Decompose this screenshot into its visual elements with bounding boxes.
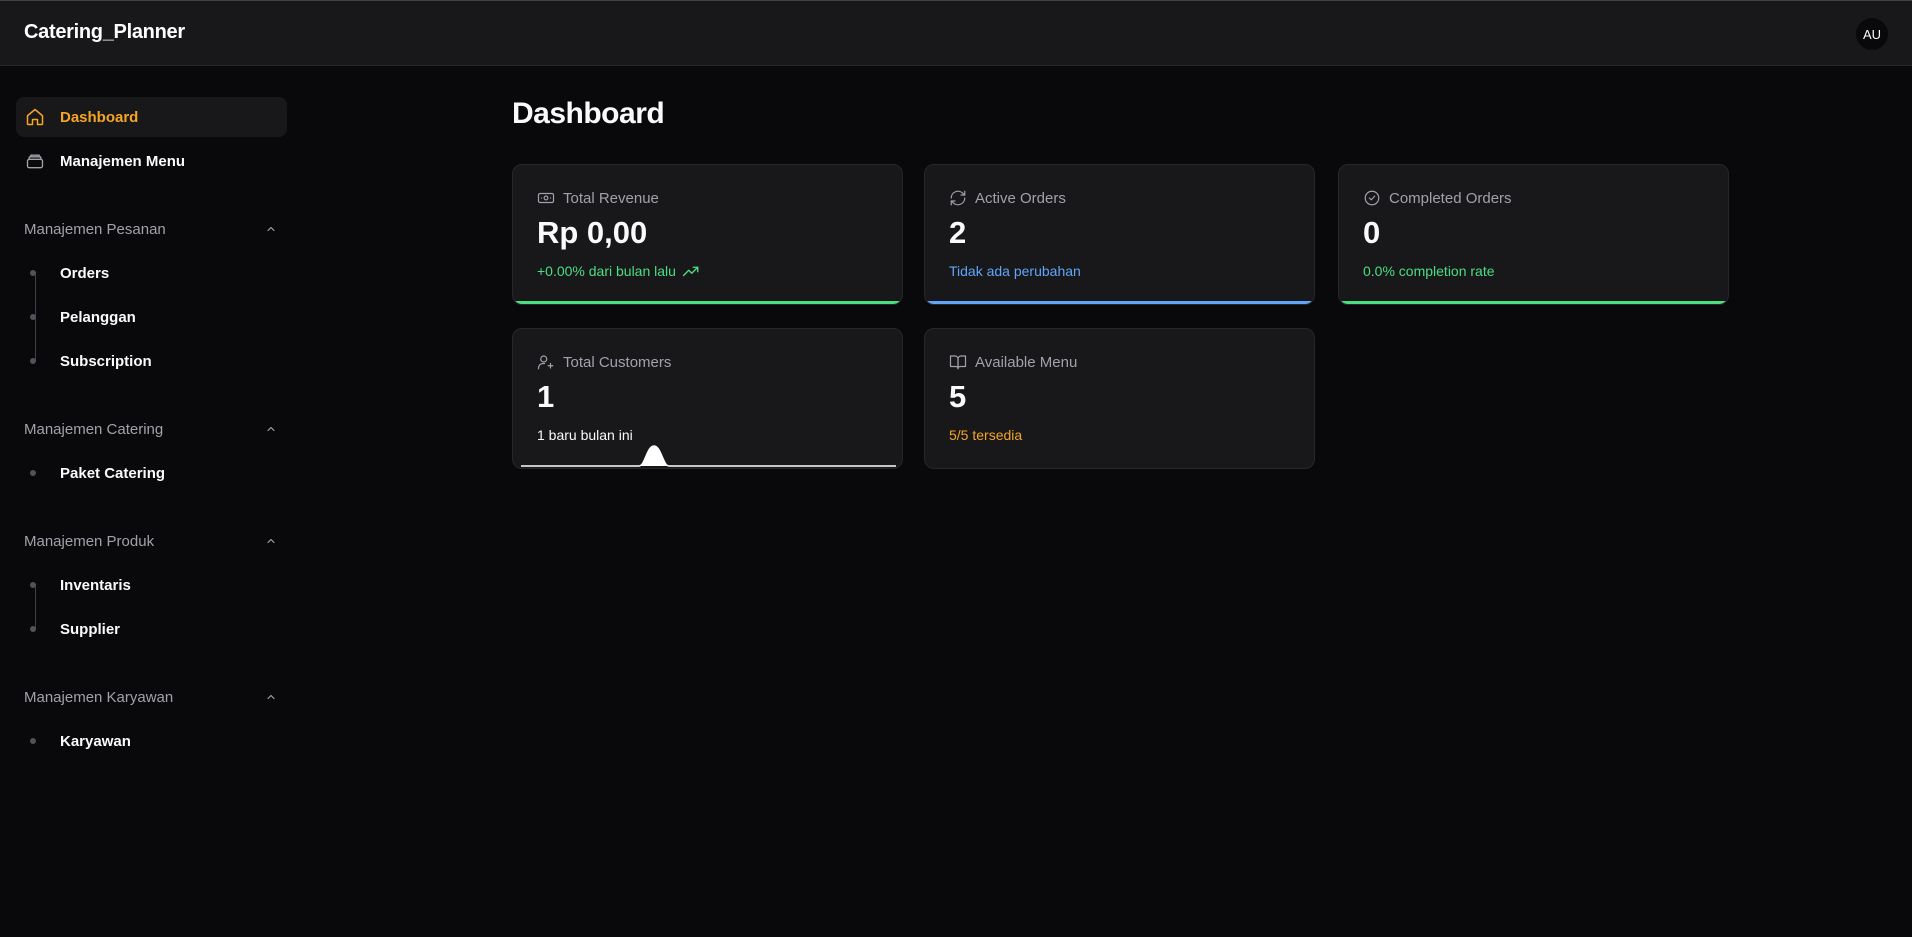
- user-plus-icon: [537, 353, 555, 371]
- group-label: Manajemen Produk: [24, 532, 155, 550]
- chevron-up-icon: [265, 690, 279, 704]
- sidebar-item-label: Paket Catering: [60, 464, 166, 482]
- sparkline: [521, 445, 896, 467]
- card-subtitle: 1 baru bulan ini: [537, 427, 633, 443]
- card-value: 0: [1363, 215, 1381, 250]
- card-value: 2: [949, 215, 967, 250]
- sidebar-item-label: Karyawan: [60, 732, 131, 750]
- refresh-icon: [949, 189, 967, 207]
- sidebar-item-label: Subscription: [60, 352, 152, 370]
- card-title: Total Revenue: [563, 189, 659, 207]
- sidebar-item-manajemen-menu[interactable]: Manajemen Menu: [16, 141, 287, 181]
- home-icon: [24, 106, 46, 128]
- card-value: Rp 0,00: [537, 215, 648, 250]
- stat-card-active-orders: Active Orders 2 Tidak ada perubahan: [924, 164, 1315, 305]
- sidebar-item-label: Pelanggan: [60, 308, 136, 326]
- page-title: Dashboard: [512, 97, 665, 130]
- group-label: Manajemen Catering: [24, 420, 164, 438]
- card-title: Available Menu: [975, 353, 1078, 371]
- group-label: Manajemen Pesanan: [24, 220, 166, 238]
- group-label: Manajemen Karyawan: [24, 688, 174, 706]
- bullet-dot: [30, 582, 36, 588]
- sidebar-group-catering[interactable]: Manajemen Catering: [24, 417, 279, 441]
- book-open-icon: [949, 353, 967, 371]
- card-accent-bar: [513, 301, 902, 304]
- sidebar-item-label: Inventaris: [60, 576, 131, 594]
- card-accent-bar: [1339, 301, 1728, 304]
- chevron-up-icon: [265, 222, 279, 236]
- sidebar-item-dashboard[interactable]: Dashboard: [16, 97, 287, 137]
- trending-up-icon: [682, 264, 700, 278]
- sidebar-group-karyawan[interactable]: Manajemen Karyawan: [24, 685, 279, 709]
- sidebar-item-karyawan[interactable]: Karyawan: [30, 729, 131, 753]
- card-value: 1: [537, 379, 555, 414]
- sidebar-item-inventaris[interactable]: Inventaris: [30, 573, 131, 597]
- banknote-icon: [537, 189, 555, 207]
- sidebar-item-label: Orders: [60, 264, 110, 282]
- user-avatar[interactable]: AU: [1856, 18, 1888, 50]
- card-accent-bar: [925, 301, 1314, 304]
- card-title: Completed Orders: [1389, 189, 1512, 207]
- card-subtitle: +0.00% dari bulan lalu: [537, 263, 676, 279]
- card-title: Active Orders: [975, 189, 1066, 207]
- bullet-dot: [30, 314, 36, 320]
- sidebar: Dashboard Manajemen Menu Manajemen Pesan…: [0, 66, 300, 937]
- bullet-dot: [30, 626, 36, 632]
- bullet-dot: [30, 470, 36, 476]
- stat-card-total-customers: Total Customers 1 1 baru bulan ini: [512, 328, 903, 469]
- sidebar-group-pesanan[interactable]: Manajemen Pesanan: [24, 217, 279, 241]
- sidebar-group-produk[interactable]: Manajemen Produk: [24, 529, 279, 553]
- sidebar-item-label: Dashboard: [60, 108, 139, 126]
- chevron-up-icon: [265, 534, 279, 548]
- app-brand[interactable]: Catering_Planner: [24, 21, 185, 44]
- stack-icon: [24, 150, 46, 172]
- bullet-dot: [30, 358, 36, 364]
- card-value: 5: [949, 379, 967, 414]
- bullet-dot: [30, 738, 36, 744]
- check-circle-icon: [1363, 189, 1381, 207]
- sidebar-item-label: Manajemen Menu: [60, 152, 186, 170]
- sidebar-item-label: Supplier: [60, 620, 121, 638]
- card-subtitle: Tidak ada perubahan: [949, 263, 1081, 279]
- card-title: Total Customers: [563, 353, 672, 371]
- top-bar: Catering_Planner AU: [0, 0, 1912, 66]
- stat-card-total-revenue: Total Revenue Rp 0,00 +0.00% dari bulan …: [512, 164, 903, 305]
- sidebar-item-subscription[interactable]: Subscription: [30, 349, 152, 373]
- card-subtitle: 5/5 tersedia: [949, 427, 1023, 443]
- sidebar-item-orders[interactable]: Orders: [30, 261, 109, 285]
- sidebar-item-supplier[interactable]: Supplier: [30, 617, 120, 641]
- bullet-dot: [30, 270, 36, 276]
- sidebar-item-pelanggan[interactable]: Pelanggan: [30, 305, 136, 329]
- card-subtitle: 0.0% completion rate: [1363, 263, 1495, 279]
- stat-card-available-menu: Available Menu 5 5/5 tersedia: [924, 328, 1315, 469]
- chevron-up-icon: [265, 422, 279, 436]
- sidebar-item-paket-catering[interactable]: Paket Catering: [30, 461, 165, 485]
- stat-card-completed-orders: Completed Orders 0 0.0% completion rate: [1338, 164, 1729, 305]
